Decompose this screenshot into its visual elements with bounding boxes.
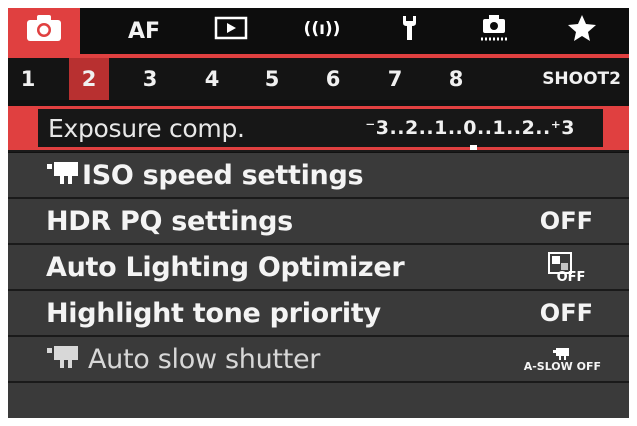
exposure-scale: ⁻3..2..1..0..1..2..⁺3 <box>365 117 575 139</box>
menu-item-label: ISO speed settings <box>82 159 364 191</box>
star-icon <box>567 14 597 48</box>
menu-empty-row <box>8 383 629 418</box>
page-selector: 1 2 3 4 5 6 7 8 SHOOT2 <box>8 58 629 100</box>
page-name: SHOOT2 <box>542 69 621 89</box>
tab-wireless[interactable]: ((ı)) <box>286 8 358 54</box>
camera-menu-screen: AF ((ı)) 1 2 3 4 5 6 7 8 SHOOT2 Exposure… <box>8 8 629 418</box>
menu-item-auto-slow-shutter[interactable]: Auto slow shutter A-SLOW OFF <box>8 337 629 383</box>
camera-icon <box>25 13 63 49</box>
menu-item-value: OFF <box>539 207 593 235</box>
tab-af-label: AF <box>127 18 161 44</box>
page-1[interactable]: 1 <box>8 58 48 100</box>
movie-icon <box>46 343 80 376</box>
wrench-icon <box>397 14 421 48</box>
svg-text:OFF: OFF <box>557 270 586 283</box>
tab-custom-functions[interactable] <box>458 8 530 54</box>
page-5[interactable]: 5 <box>252 58 292 100</box>
menu-item-value: OFF <box>539 299 593 327</box>
menu-item-label: HDR PQ settings <box>46 205 293 237</box>
alo-icon: OFF <box>547 245 587 289</box>
menu-item-label: Auto Lighting Optimizer <box>46 251 405 283</box>
menu-item-label: Auto slow shutter <box>88 343 321 375</box>
page-4[interactable]: 4 <box>192 58 232 100</box>
page-8[interactable]: 8 <box>436 58 476 100</box>
tab-playback[interactable] <box>195 8 267 54</box>
page-2[interactable]: 2 <box>69 58 109 100</box>
menu-item-iso-speed[interactable]: ISO speed settings <box>8 153 629 199</box>
custom-functions-icon <box>477 13 511 49</box>
selected-item-frame: Exposure comp. ⁻3..2..1..0..1..2..⁺3 <box>38 109 603 150</box>
tab-my-menu[interactable] <box>546 8 618 54</box>
menu-item-auto-lighting-optimizer[interactable]: Auto Lighting Optimizer OFF <box>8 245 629 291</box>
tab-setup[interactable] <box>373 8 445 54</box>
menu-item-label: Highlight tone priority <box>46 297 381 329</box>
playback-icon <box>214 16 248 46</box>
tab-af[interactable]: AF <box>108 8 180 54</box>
menu-item-exposure-comp[interactable]: Exposure comp. ⁻3..2..1..0..1..2..⁺3 <box>8 106 629 152</box>
menu-item-hdr-pq[interactable]: HDR PQ settings OFF <box>8 199 629 245</box>
svg-text:((ı)): ((ı)) <box>304 19 340 39</box>
menu-item-highlight-tone-priority[interactable]: Highlight tone priority OFF <box>8 291 629 337</box>
page-7[interactable]: 7 <box>375 58 415 100</box>
menu-tab-bar: AF ((ı)) <box>8 8 629 54</box>
exposure-marker <box>470 145 477 150</box>
wireless-icon: ((ı)) <box>304 16 341 46</box>
menu-item-label: Exposure comp. <box>48 113 245 143</box>
a-slow-off-icon: A-SLOW OFF <box>524 337 601 381</box>
movie-icon <box>46 159 80 192</box>
page-6[interactable]: 6 <box>313 58 353 100</box>
page-3[interactable]: 3 <box>130 58 170 100</box>
tab-shoot[interactable] <box>8 8 80 54</box>
